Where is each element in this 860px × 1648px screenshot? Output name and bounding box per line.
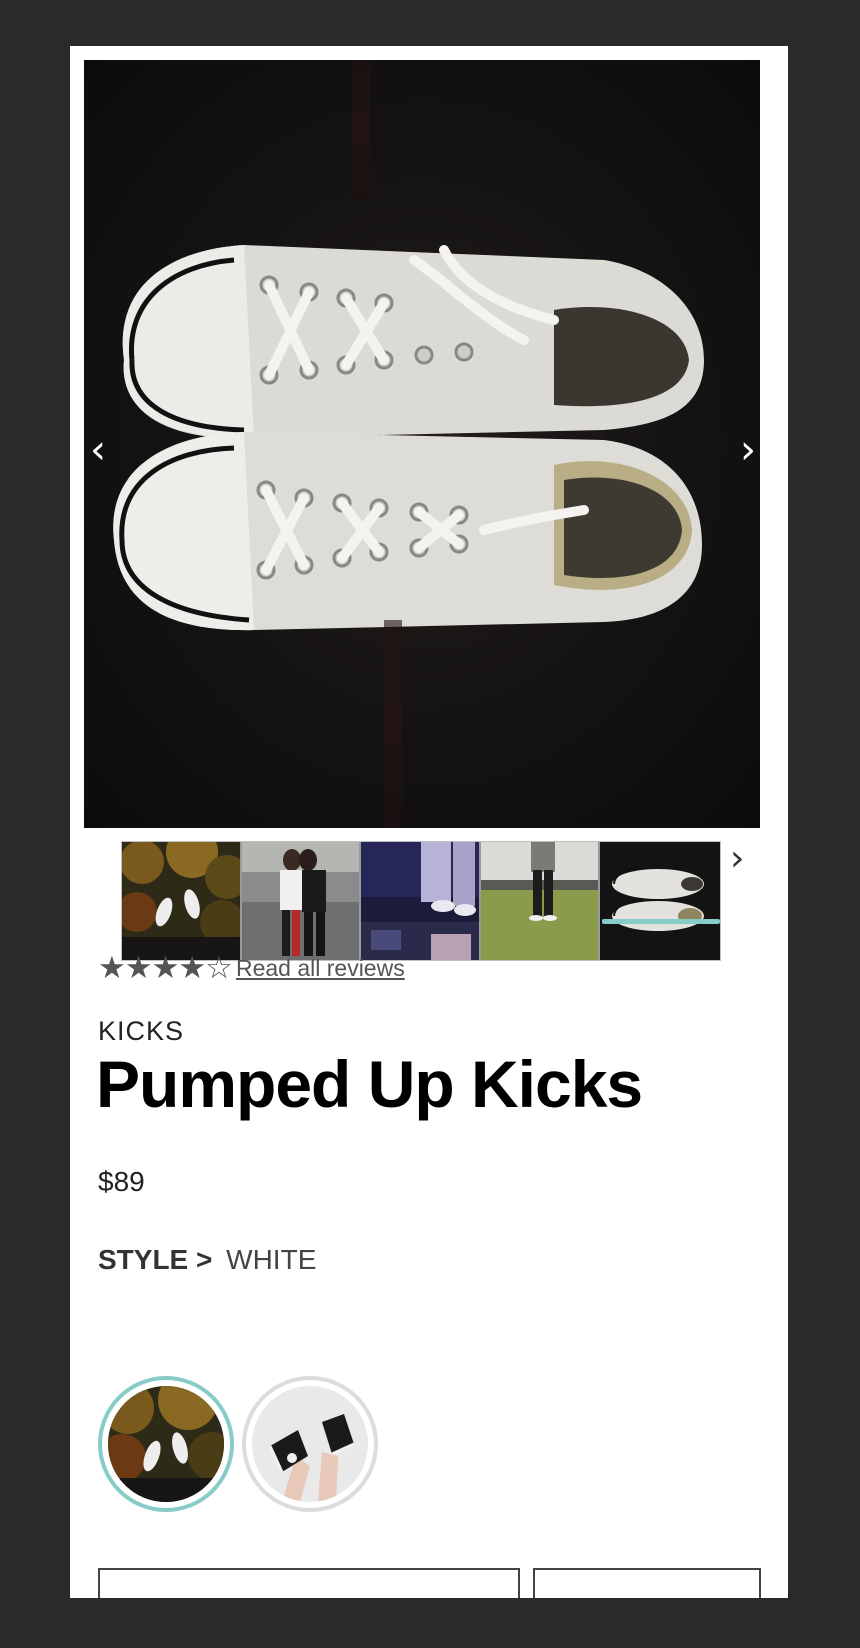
chevron-right-icon[interactable]: › bbox=[730, 838, 744, 879]
product-brand: KICKS bbox=[98, 1016, 185, 1046]
swatch-white-sneakers-autumn[interactable] bbox=[98, 1376, 234, 1512]
thumbnail-strip bbox=[121, 841, 721, 961]
active-thumbnail-indicator bbox=[602, 919, 720, 924]
style-separator: > bbox=[196, 1244, 213, 1275]
swatch-black-high-top-sneakers[interactable] bbox=[242, 1376, 378, 1512]
thumbnail-concert-stage-feet[interactable] bbox=[361, 842, 481, 960]
style-swatches bbox=[98, 1376, 378, 1512]
thumbnail-person-standing-on-grass[interactable] bbox=[480, 842, 601, 960]
thumbnail-two-friends-posing[interactable] bbox=[241, 842, 362, 960]
read-all-reviews-link[interactable]: Read all reviews bbox=[236, 955, 405, 982]
chevron-right-icon[interactable]: › bbox=[740, 430, 756, 470]
thumbnail-sneakers-in-autumn-leaves[interactable] bbox=[122, 842, 242, 960]
style-label: STYLE bbox=[98, 1244, 189, 1275]
product-image-main: ‹ › bbox=[84, 60, 760, 828]
product-card: ‹ › › ★★★★☆ Read all reviews KICKS Pumpe… bbox=[70, 46, 788, 1598]
thumbnail-white-sneakers-pair[interactable] bbox=[600, 842, 720, 960]
size-select-button[interactable] bbox=[98, 1568, 520, 1598]
star-rating: ★★★★☆ bbox=[98, 950, 233, 986]
quantity-select-button[interactable] bbox=[533, 1568, 761, 1598]
style-value: WHITE bbox=[226, 1244, 317, 1275]
sneakers-illustration bbox=[113, 245, 705, 631]
style-selection-label: STYLE > WHITE bbox=[98, 1244, 316, 1276]
rating-row: ★★★★☆ Read all reviews bbox=[98, 950, 405, 986]
chevron-left-icon[interactable]: ‹ bbox=[90, 430, 106, 470]
product-title: Pumped Up Kicks bbox=[96, 1047, 643, 1121]
product-price: $89 bbox=[98, 1166, 145, 1197]
